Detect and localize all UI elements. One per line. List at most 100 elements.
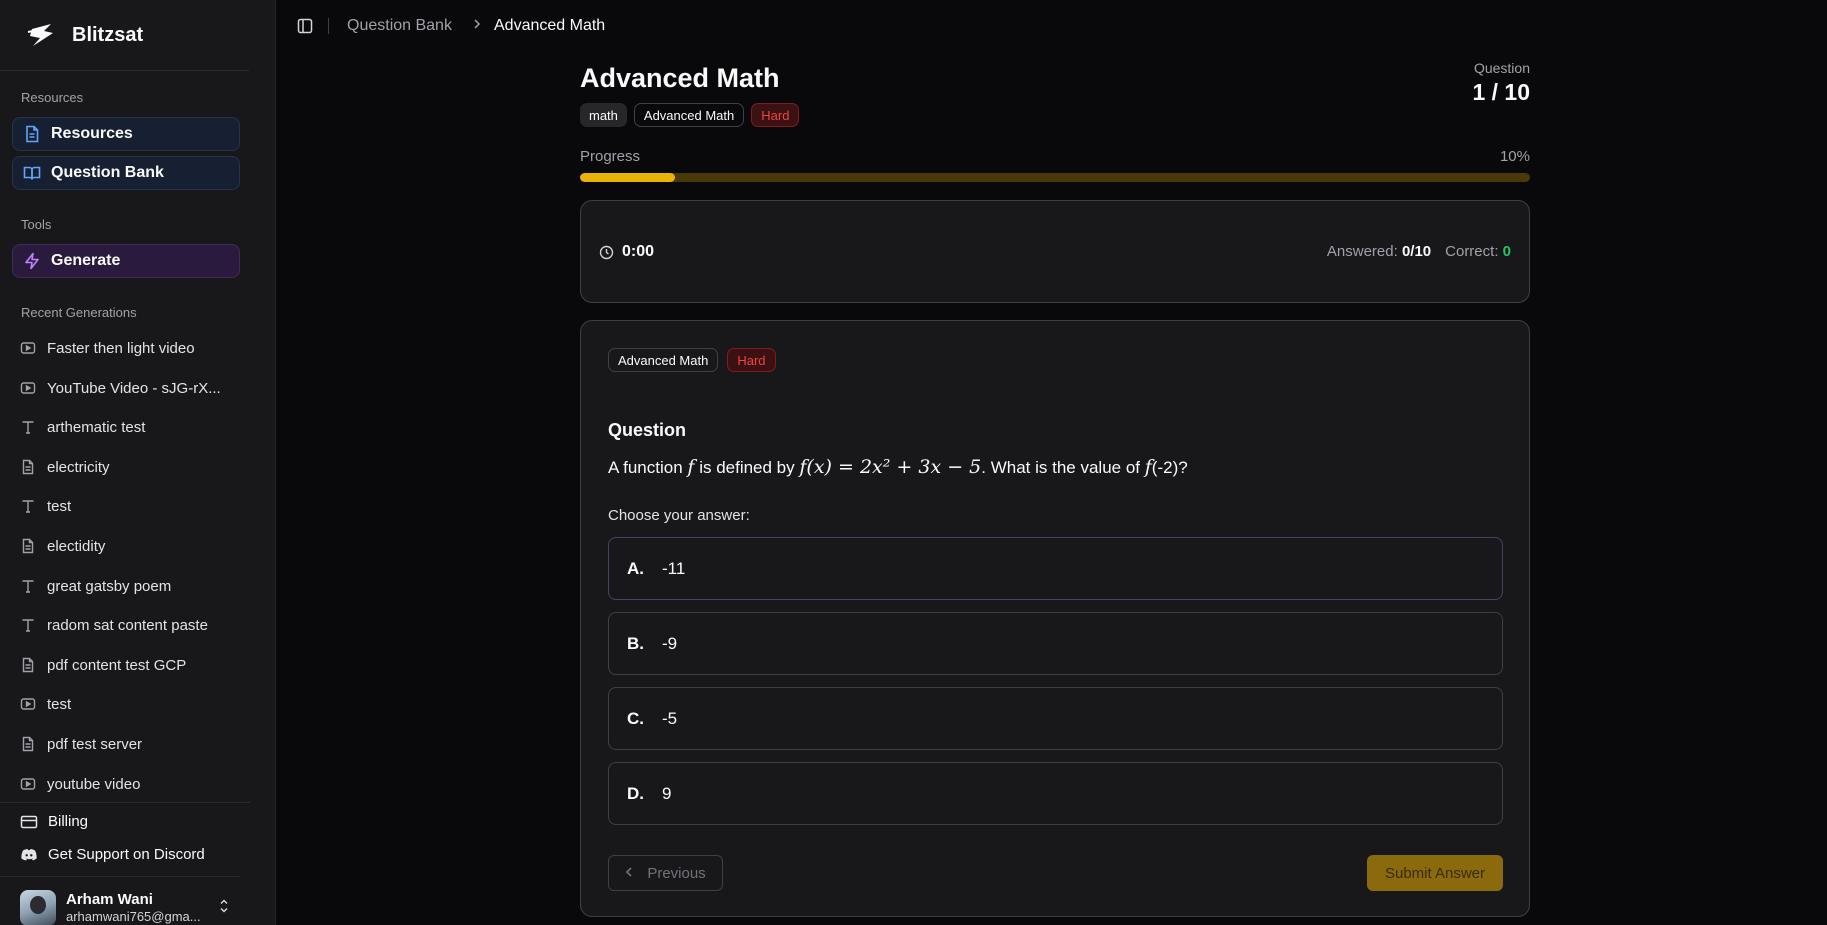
- previous-button[interactable]: Previous: [608, 855, 723, 891]
- option-value: -9: [662, 633, 678, 653]
- text-icon: [20, 419, 36, 435]
- option-letter: C.: [627, 708, 644, 728]
- recent-item-label: electidity: [47, 537, 106, 555]
- recent-item-label: great gatsby poem: [47, 577, 172, 595]
- answered-stat: Answered: 0/10: [1327, 243, 1431, 260]
- recent-item[interactable]: test: [20, 692, 245, 716]
- discord-support-link[interactable]: Get Support on Discord: [20, 846, 205, 863]
- chevron-right-icon: [473, 17, 481, 33]
- page-title: Advanced Math: [580, 63, 780, 93]
- recent-item-label: youtube video: [47, 775, 141, 793]
- chevrons-up-down-icon: [219, 898, 229, 914]
- recent-item-label: Faster then light video: [47, 339, 195, 357]
- user-name: Arham Wani: [66, 891, 153, 908]
- app-name: Blitzsat: [72, 23, 144, 46]
- timer-value: 0:00: [622, 243, 655, 260]
- question-counter: Question 1 / 10: [1472, 60, 1530, 106]
- document-icon: [20, 538, 36, 554]
- recent-item[interactable]: test: [20, 494, 245, 518]
- document-icon: [20, 459, 36, 475]
- blitzsat-logo-icon: [27, 24, 53, 46]
- score-stats: Answered: 0/10 Correct: 0: [1327, 243, 1511, 260]
- recent-item[interactable]: Faster then light video: [20, 336, 245, 360]
- recent-item-label: pdf content test GCP: [47, 656, 187, 674]
- video-icon: [20, 380, 36, 396]
- billing-label: Billing: [48, 813, 89, 830]
- recent-section-label: Recent Generations: [21, 305, 137, 320]
- sidebar-item-label: Resources: [51, 125, 133, 142]
- recent-item[interactable]: electidity: [20, 534, 245, 558]
- main-content: Advanced Math math Advanced Math Hard Qu…: [580, 0, 1530, 925]
- sidebar-item-resources[interactable]: Resources: [12, 117, 240, 151]
- correct-value: 0: [1502, 243, 1511, 260]
- recent-item[interactable]: youtube video: [20, 772, 245, 796]
- option-letter: A.: [627, 558, 644, 578]
- correct-label: Correct:: [1445, 243, 1499, 260]
- clock-icon: [599, 245, 614, 260]
- sidebar-item-question-bank[interactable]: Question Bank: [12, 156, 240, 190]
- recent-item[interactable]: YouTube Video - sJG-rX...: [20, 376, 245, 400]
- answered-value: 0/10: [1401, 243, 1432, 260]
- bolt-icon: [23, 252, 41, 270]
- question-text: A function f is defined by f(x) = 2x² + …: [608, 456, 1188, 478]
- progress-bar: [580, 173, 1530, 182]
- difficulty-tag: Hard: [751, 103, 800, 127]
- sidebar-item-label: Generate: [51, 252, 121, 269]
- topic-tag: Advanced Math: [608, 348, 719, 372]
- question-heading: Question: [608, 420, 687, 440]
- question-counter-label: Question: [1473, 60, 1530, 76]
- book-icon: [23, 164, 41, 182]
- answer-option-d[interactable]: D. 9: [608, 762, 1503, 825]
- recent-item[interactable]: arthematic test: [20, 415, 245, 439]
- divider: [328, 18, 329, 34]
- billing-link[interactable]: Billing: [20, 813, 88, 830]
- question-text-part: (-2)?: [1151, 458, 1188, 477]
- recent-item[interactable]: electricity: [20, 455, 245, 479]
- math-symbol: f: [1144, 456, 1152, 478]
- math-symbol: f: [687, 456, 695, 478]
- text-icon: [20, 578, 36, 594]
- answered-label: Answered:: [1326, 243, 1398, 260]
- subject-tag: math: [580, 103, 627, 127]
- topic-tag: Advanced Math: [633, 103, 745, 127]
- recent-item-label: electricity: [47, 458, 110, 476]
- user-menu[interactable]: Arham Wani arhamwani765@gma...: [20, 888, 235, 925]
- answer-option-b[interactable]: B. -9: [608, 612, 1503, 675]
- divider: [0, 876, 240, 877]
- answer-option-c[interactable]: C. -5: [608, 687, 1503, 750]
- tools-section-label: Tools: [21, 217, 52, 232]
- recent-item-label: test: [47, 497, 72, 515]
- text-icon: [20, 498, 36, 514]
- sidebar-toggle-icon[interactable]: [297, 18, 313, 34]
- brand[interactable]: Blitzsat: [0, 0, 275, 70]
- video-icon: [20, 776, 36, 792]
- text-icon: [20, 617, 36, 633]
- answer-option-a[interactable]: A. -11: [608, 537, 1503, 600]
- document-icon: [23, 125, 41, 143]
- recent-item-label: radom sat content paste: [47, 616, 208, 634]
- resources-section-label: Resources: [21, 90, 84, 105]
- breadcrumb-question-bank[interactable]: Question Bank: [347, 17, 452, 35]
- option-letter: B.: [627, 633, 644, 653]
- submit-answer-button[interactable]: Submit Answer: [1367, 855, 1503, 891]
- option-value: 9: [662, 783, 672, 803]
- quiz-tags: math Advanced Math Hard: [580, 103, 800, 127]
- timer: 0:00: [599, 243, 654, 261]
- sidebar: Blitzsat Resources Resources Question Ba…: [0, 0, 276, 925]
- discord-label: Get Support on Discord: [48, 846, 205, 863]
- credit-card-icon: [20, 814, 38, 830]
- recent-item[interactable]: pdf content test GCP: [20, 653, 245, 677]
- question-text-part: . What is the value of: [981, 458, 1141, 477]
- question-tags: Advanced Math Hard: [608, 348, 776, 372]
- question-counter-value: 1 / 10: [1472, 79, 1530, 105]
- option-value: -11: [662, 558, 686, 578]
- chevron-left-icon: [625, 866, 633, 881]
- recent-item-label: test: [47, 695, 72, 713]
- previous-label: Previous: [647, 864, 706, 882]
- recent-item[interactable]: radom sat content paste: [20, 613, 245, 637]
- recent-item-label: arthematic test: [47, 418, 146, 436]
- sidebar-item-generate[interactable]: Generate: [12, 244, 240, 278]
- math-expression: f(x) = 2x² + 3x − 5: [799, 456, 982, 478]
- recent-item[interactable]: great gatsby poem: [20, 574, 245, 598]
- recent-item[interactable]: pdf test server: [20, 732, 245, 756]
